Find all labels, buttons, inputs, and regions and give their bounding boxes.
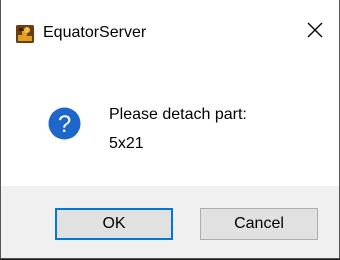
close-button[interactable]: [295, 14, 335, 50]
part-id-text: 5x21: [109, 135, 144, 152]
title-bar: EquatorServer: [1, 0, 339, 58]
window-title: EquatorServer: [43, 24, 147, 41]
message-text: Please detach part:: [109, 106, 247, 123]
button-bar: OK Cancel: [1, 186, 339, 258]
cancel-button[interactable]: Cancel: [200, 208, 318, 240]
message-dialog: EquatorServer ? Please detach part: 5x21…: [0, 0, 340, 259]
svg-text:?: ?: [58, 111, 71, 138]
message-area: ? Please detach part: 5x21: [1, 58, 339, 186]
ok-button[interactable]: OK: [55, 208, 173, 240]
close-icon: [307, 22, 323, 43]
equator-app-icon: [16, 25, 34, 43]
question-icon: ?: [48, 107, 81, 140]
